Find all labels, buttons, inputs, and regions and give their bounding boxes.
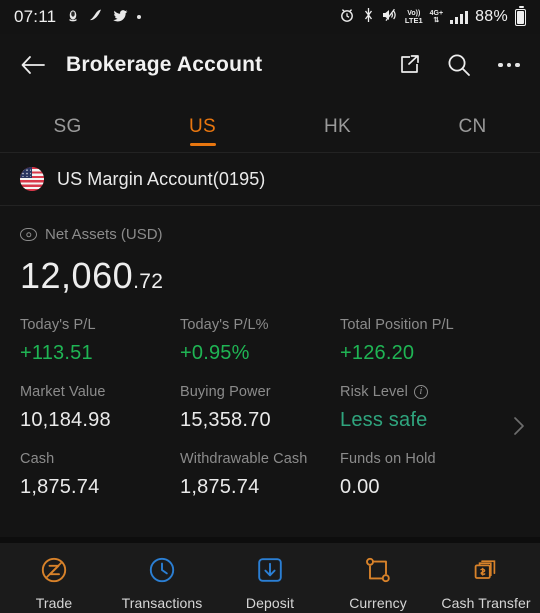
share-icon[interactable] <box>394 50 424 80</box>
stat-market-value: Market Value 10,184.98 <box>20 384 180 432</box>
bottom-action-label: Transactions <box>121 595 203 611</box>
stat-todays-pl-percent: Today's P/L% +0.95% <box>180 317 340 365</box>
stat-label: Withdrawable Cash <box>180 451 308 467</box>
stat-buying-power: Buying Power 15,358.70 <box>180 384 340 432</box>
status-bar-notification-icons <box>66 9 142 25</box>
stat-label: Total Position P/L <box>340 317 454 333</box>
stat-cash: Cash 1,875.74 <box>20 451 180 499</box>
app-screen: 07:11 Vo)) LTE1 4G+ ⇅ 88% Brokerage Acco… <box>0 0 540 613</box>
stat-value: +113.51 <box>20 342 93 364</box>
net-assets-value: 12,060 .72 <box>20 255 520 297</box>
tab-cn[interactable]: CN <box>405 96 540 138</box>
dot-icon <box>137 15 142 19</box>
info-icon[interactable]: i <box>413 385 428 399</box>
stat-withdrawable-cash: Withdrawable Cash 1,875.74 <box>180 451 340 499</box>
network-4g-plus-icon: 4G+ ⇅ <box>429 10 444 24</box>
bottom-action-label: Trade <box>35 595 73 611</box>
bottom-action-label: Currency <box>349 595 407 611</box>
tab-us[interactable]: US <box>135 96 270 138</box>
bottom-action-label: Deposit <box>245 595 295 611</box>
bottom-action-currency[interactable]: Currency <box>324 554 432 611</box>
tab-sg[interactable]: SG <box>0 96 135 138</box>
stat-label: Market Value <box>20 384 106 400</box>
battery-percent-label: 88% <box>475 8 508 25</box>
stat-label: Today's P/L <box>20 317 96 333</box>
search-icon[interactable] <box>444 50 474 80</box>
bottom-action-trade[interactable]: Trade <box>0 554 108 611</box>
stat-value: 10,184.98 <box>20 409 111 431</box>
account-selector-row[interactable]: US Margin Account(0195) <box>0 153 540 205</box>
penguin-icon <box>66 9 80 25</box>
signal-bars-icon <box>450 10 469 24</box>
net-assets-section: Net Assets (USD) 12,060 .72 <box>0 206 540 297</box>
stat-value: +126.20 <box>340 342 415 364</box>
music-icon <box>89 9 104 25</box>
stats-row-value: Market Value 10,184.98 Buying Power 15,3… <box>20 384 520 432</box>
page-header: Brokerage Account <box>0 34 540 96</box>
net-assets-integer: 12,060 <box>20 255 134 296</box>
stat-label: Buying Power <box>180 384 271 400</box>
bottom-action-bar: Trade Transactions Deposit Currency Cash <box>0 543 540 613</box>
cash-transfer-icon <box>470 554 502 586</box>
stat-risk-level: Risk Level i Less safe <box>340 384 428 432</box>
bluetooth-icon <box>362 7 375 27</box>
net-assets-label: Net Assets (USD) <box>45 226 163 243</box>
twitter-icon <box>113 9 128 25</box>
clock-icon <box>146 554 178 586</box>
bottom-action-cash-transfer[interactable]: Cash Transfer <box>432 554 540 611</box>
mute-icon <box>382 7 398 27</box>
stat-label: Funds on Hold <box>340 451 436 467</box>
battery-icon <box>515 6 526 26</box>
bottom-action-deposit[interactable]: Deposit <box>216 554 324 611</box>
stats-row-pl: Today's P/L +113.51 Today's P/L% +0.95% … <box>20 317 520 365</box>
volte-icon: Vo)) LTE1 <box>404 9 423 25</box>
stat-value: 1,875.74 <box>20 476 100 498</box>
stat-label: Cash <box>20 451 55 467</box>
stats-row-cash: Cash 1,875.74 Withdrawable Cash 1,875.74… <box>20 451 520 499</box>
trade-circle-icon <box>38 554 70 586</box>
eye-visible-icon[interactable] <box>20 228 37 241</box>
net-assets-label-row[interactable]: Net Assets (USD) <box>20 226 520 243</box>
stat-label-row: Risk Level i <box>340 384 428 400</box>
stat-todays-pl: Today's P/L +113.51 <box>20 317 180 365</box>
stat-value: 0.00 <box>340 476 380 498</box>
stat-value: Less safe <box>340 409 428 431</box>
alarm-icon <box>339 7 355 27</box>
bottom-action-transactions[interactable]: Transactions <box>108 554 216 611</box>
account-name-label: US Margin Account(0195) <box>57 168 266 189</box>
stat-value: 1,875.74 <box>180 476 260 498</box>
stat-label: Today's P/L% <box>180 317 269 333</box>
chevron-right-icon[interactable] <box>512 415 526 442</box>
bottom-action-label: Cash Transfer <box>441 595 531 611</box>
market-tabs: SG US HK CN <box>0 96 540 152</box>
stat-label: Risk Level <box>340 384 408 400</box>
stat-total-position-pl: Total Position P/L +126.20 <box>340 317 454 365</box>
tab-hk[interactable]: HK <box>270 96 405 138</box>
account-stats-grid: Today's P/L +113.51 Today's P/L% +0.95% … <box>0 297 540 499</box>
us-flag-icon <box>20 167 44 191</box>
page-title: Brokerage Account <box>66 53 263 76</box>
deposit-down-arrow-icon <box>254 554 286 586</box>
status-bar: 07:11 Vo)) LTE1 4G+ ⇅ 88% <box>0 0 540 34</box>
stat-value: 15,358.70 <box>180 409 271 431</box>
status-bar-system-icons: Vo)) LTE1 4G+ ⇅ 88% <box>339 6 526 27</box>
currency-exchange-icon <box>362 554 394 586</box>
status-bar-time: 07:11 <box>14 7 57 26</box>
stat-value: +0.95% <box>180 342 250 364</box>
more-dots-icon[interactable] <box>494 50 524 80</box>
net-assets-decimal: .72 <box>133 270 164 293</box>
back-arrow-icon[interactable] <box>16 48 50 82</box>
stat-funds-on-hold: Funds on Hold 0.00 <box>340 451 436 499</box>
